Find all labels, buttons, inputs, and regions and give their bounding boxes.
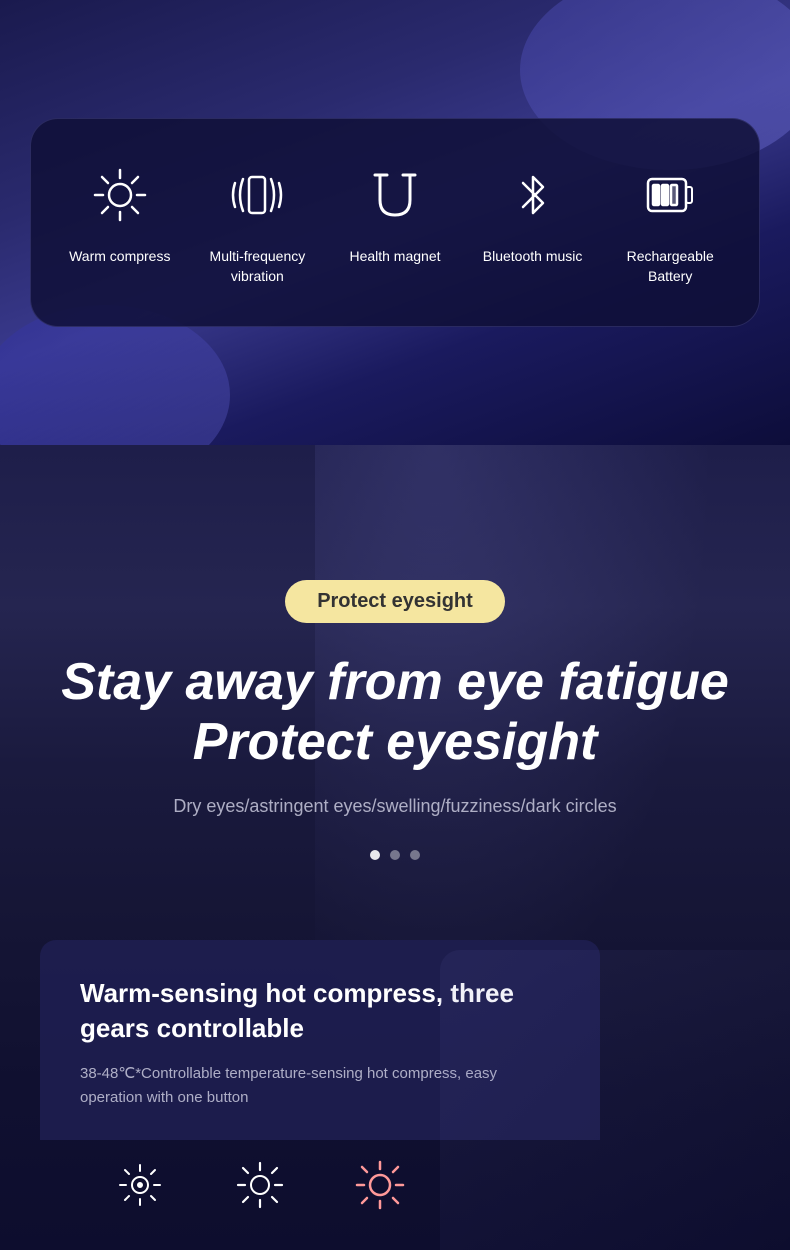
feature-item-multi-freq: Multi-frequency vibration [197,159,317,286]
bluetooth-label: Bluetooth music [483,247,583,267]
product-section: Warm-sensing hot compress, three gears c… [0,940,790,1250]
battery-label: Rechargeable Battery [610,247,730,286]
dot-3[interactable] [410,850,420,860]
feature-item-magnet: Health magnet [335,159,455,267]
eye-conditions-subtitle: Dry eyes/astringent eyes/swelling/fuzzin… [0,773,790,820]
magnet-label: Health magnet [349,247,440,267]
warm-compress-icon [84,159,156,231]
main-title-line2: Protect eyesight [40,713,750,773]
pagination-dots [0,850,790,860]
bottom-section: Protect eyesight Stay away from eye fati… [0,445,790,1250]
temp-low-icon-item [80,1160,200,1210]
top-section: Warm compress Multi-frequency vibration [0,0,790,445]
temp-high-icon [355,1160,405,1210]
magnet-icon [359,159,431,231]
feature-card: Warm compress Multi-frequency vibration [30,118,760,327]
feature-item-battery: Rechargeable Battery [610,159,730,286]
multi-freq-label: Multi-frequency vibration [197,247,317,286]
content-wrapper: Protect eyesight Stay away from eye fati… [0,445,790,1250]
feature-item-bluetooth: Bluetooth music [473,159,593,267]
bluetooth-icon [497,159,569,231]
dot-1[interactable] [370,850,380,860]
battery-icon [634,159,706,231]
warm-compress-label: Warm compress [69,247,170,267]
protect-eyesight-badge: Protect eyesight [285,580,505,623]
temp-low-icon [115,1160,165,1210]
temp-high-icon-item [320,1160,440,1210]
feature-item-warm-compress: Warm compress [60,159,180,267]
temp-medium-icon [235,1160,285,1210]
temp-medium-icon-item [200,1160,320,1210]
product-image-area [440,950,790,1250]
vibration-icon [221,159,293,231]
main-title-line1: Stay away from eye fatigue [40,653,750,713]
dot-2[interactable] [390,850,400,860]
main-title: Stay away from eye fatigue Protect eyesi… [0,623,790,773]
